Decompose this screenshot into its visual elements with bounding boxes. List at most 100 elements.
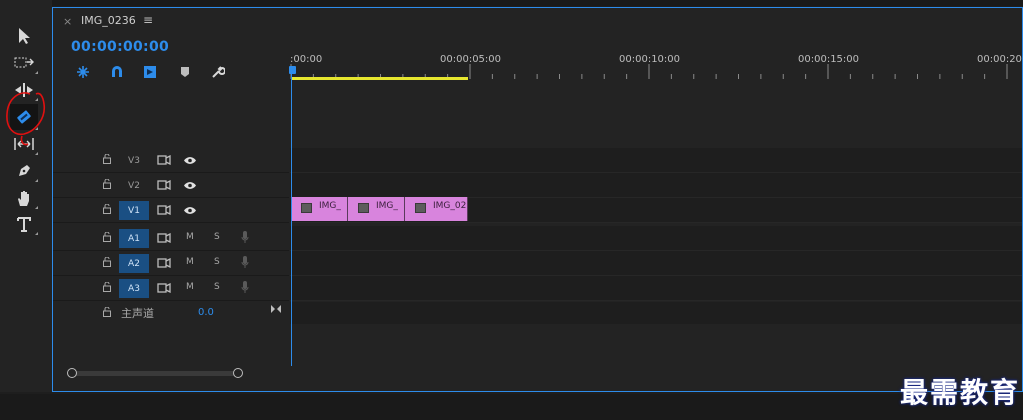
track-lane-a2[interactable] <box>290 251 1022 276</box>
clip-label: IMG_ <box>376 201 398 211</box>
sync-lock-icon[interactable] <box>157 258 171 268</box>
type-icon <box>17 217 31 232</box>
linked-selection-icon <box>144 66 156 78</box>
mute-button[interactable]: M <box>186 232 194 242</box>
track-target-a1[interactable]: A1 <box>119 229 149 248</box>
nest-toggle[interactable] <box>74 64 92 80</box>
go-to-end-icon[interactable] <box>270 304 282 314</box>
sync-lock-icon[interactable] <box>157 283 171 293</box>
master-track-header: 主声道 0.0 <box>53 302 289 324</box>
selection-icon <box>19 28 30 44</box>
video-clip[interactable]: IMG_ <box>348 197 405 221</box>
type-tool[interactable] <box>10 213 38 235</box>
microphone-icon[interactable] <box>241 256 249 269</box>
eye-icon[interactable] <box>183 206 197 215</box>
razor-tool[interactable] <box>10 104 38 130</box>
razor-icon <box>17 110 31 124</box>
wrench-icon <box>212 66 225 78</box>
tab-close-button[interactable]: × <box>63 15 72 28</box>
scrollbar-left-handle[interactable] <box>67 368 77 378</box>
track-target-v3[interactable]: V3 <box>119 151 149 170</box>
timeline-panel: × IMG_0236 ≡ 00:00:00:00 :00:00 00:00:05… <box>52 7 1023 392</box>
ripple-edit-icon <box>15 83 33 97</box>
scrollbar-track[interactable] <box>67 371 241 376</box>
solo-button[interactable]: S <box>214 232 220 242</box>
track-lane-v3[interactable] <box>290 148 1022 173</box>
track-lane-a3[interactable] <box>290 276 1022 301</box>
slip-icon <box>14 138 34 150</box>
track-target-v2[interactable]: V2 <box>119 176 149 195</box>
top-strip <box>0 0 1023 6</box>
track-header-a2: A2 M S <box>53 251 289 276</box>
tools-panel <box>0 0 52 392</box>
microphone-icon[interactable] <box>241 231 249 244</box>
eye-icon[interactable] <box>183 156 197 165</box>
hand-icon <box>18 190 29 206</box>
track-select-tool[interactable] <box>10 52 38 74</box>
fx-badge-icon <box>415 203 426 213</box>
ruler-label: 00:00:05:00 <box>440 54 502 65</box>
playhead-timecode[interactable]: 00:00:00:00 <box>71 39 169 55</box>
timeline-zoom-scrollbar[interactable] <box>67 368 243 378</box>
playhead-line[interactable] <box>291 74 292 366</box>
work-area-bar[interactable] <box>291 77 468 80</box>
ruler-label: 00:00:10:00 <box>619 54 681 65</box>
hand-tool[interactable] <box>10 187 38 209</box>
selection-tool[interactable] <box>10 25 38 47</box>
fx-badge-icon <box>301 203 312 213</box>
lock-icon[interactable] <box>103 154 111 164</box>
master-track-label: 主声道 <box>121 307 154 320</box>
clip-label: IMG_02 <box>433 201 467 211</box>
track-select-icon <box>14 57 34 68</box>
track-lane-v2[interactable] <box>290 173 1022 198</box>
ruler-label: 00:00:15:00 <box>798 54 860 65</box>
video-clip[interactable]: IMG_02 <box>405 197 468 221</box>
track-header-v3: V3 <box>53 148 289 173</box>
track-target-v1[interactable]: V1 <box>119 201 149 220</box>
lock-icon[interactable] <box>103 257 111 267</box>
lock-icon[interactable] <box>103 179 111 189</box>
snap-icon <box>112 66 122 77</box>
track-target-a2[interactable]: A2 <box>119 254 149 273</box>
lock-icon[interactable] <box>103 204 111 214</box>
sync-lock-icon[interactable] <box>157 155 171 165</box>
snap-toggle[interactable] <box>108 64 126 80</box>
lock-icon[interactable] <box>103 307 111 317</box>
fx-badge-icon <box>358 203 369 213</box>
sync-lock-icon[interactable] <box>157 233 171 243</box>
mute-button[interactable]: M <box>186 257 194 267</box>
ruler-label: 00:00:20: <box>977 54 1023 65</box>
track-header-v2: V2 <box>53 173 289 198</box>
master-track-lane[interactable] <box>290 302 1022 324</box>
nest-icon <box>77 66 89 78</box>
pen-tool[interactable] <box>10 160 38 182</box>
sync-lock-icon[interactable] <box>157 180 171 190</box>
track-header-a3: A3 M S <box>53 276 289 301</box>
scrollbar-right-handle[interactable] <box>233 368 243 378</box>
sequence-title[interactable]: IMG_0236 <box>81 14 136 27</box>
watermark: 最需教育 <box>900 376 1021 409</box>
panel-menu-icon[interactable]: ≡ <box>143 13 153 27</box>
track-target-a3[interactable]: A3 <box>119 279 149 298</box>
video-clip[interactable]: IMG_ <box>291 197 348 221</box>
clip-label: IMG_ <box>319 201 341 211</box>
mute-button[interactable]: M <box>186 282 194 292</box>
add-marker-button[interactable] <box>176 64 194 80</box>
eye-icon[interactable] <box>183 181 197 190</box>
lock-icon[interactable] <box>103 232 111 242</box>
lock-icon[interactable] <box>103 282 111 292</box>
playhead-handle[interactable] <box>289 66 296 74</box>
solo-button[interactable]: S <box>214 257 220 267</box>
track-lane-a1[interactable] <box>290 226 1022 251</box>
linked-selection-toggle[interactable] <box>141 64 159 80</box>
slip-tool[interactable] <box>10 133 38 155</box>
solo-button[interactable]: S <box>214 282 220 292</box>
sync-lock-icon[interactable] <box>157 205 171 215</box>
marker-icon <box>181 67 189 77</box>
status-bar <box>0 394 1023 420</box>
timeline-settings-button[interactable] <box>209 64 227 80</box>
ripple-edit-tool[interactable] <box>10 79 38 101</box>
pen-icon <box>19 165 30 176</box>
microphone-icon[interactable] <box>241 281 249 294</box>
master-volume-value[interactable]: 0.0 <box>198 307 214 318</box>
